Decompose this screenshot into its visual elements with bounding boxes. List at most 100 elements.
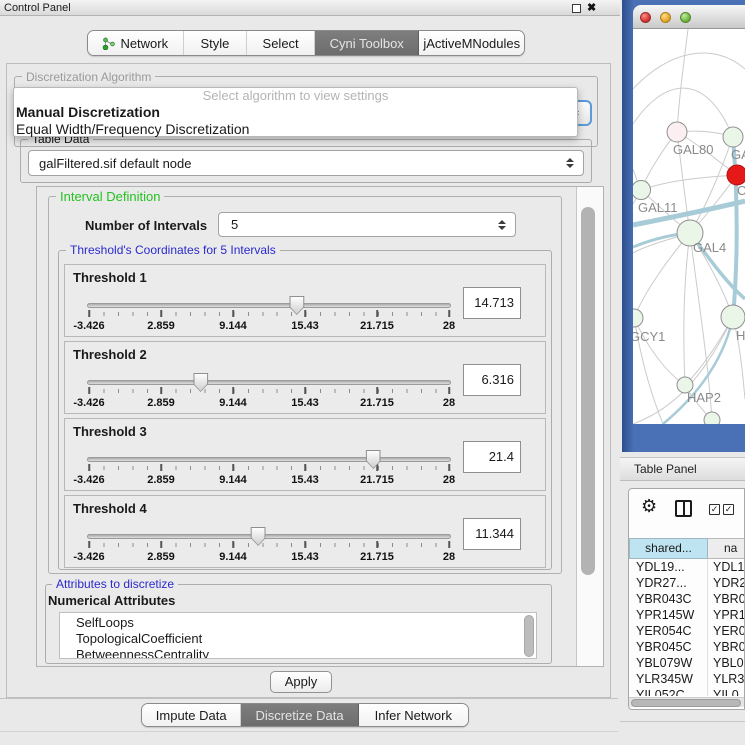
- major-tick: [88, 387, 90, 394]
- tab-impute-data-label: Impute Data: [156, 708, 227, 723]
- tick-label: 2.859: [147, 320, 175, 332]
- close-icon[interactable]: ✖: [587, 1, 596, 14]
- dropdown-option-manual[interactable]: Manual Discretization: [14, 104, 577, 121]
- tick-label: 21.715: [360, 474, 394, 486]
- tick-label: 28: [443, 551, 455, 563]
- threshold-4-label: Threshold 4: [73, 501, 147, 516]
- node-partial-bottom[interactable]: [704, 412, 720, 424]
- table-data-combo[interactable]: galFiltered.sif default node: [28, 150, 584, 176]
- algorithm-dropdown-popup: Select algorithm to view settings Manual…: [13, 87, 578, 137]
- slider-track[interactable]: [87, 303, 451, 308]
- cell: YBR0: [708, 591, 745, 607]
- settings-scrollbar-thumb[interactable]: [581, 207, 595, 575]
- table-row[interactable]: YLR345WYLR3: [629, 671, 745, 687]
- list-scrollbar-thumb[interactable]: [524, 615, 534, 657]
- checkbox-icon[interactable]: ✓: [709, 504, 720, 515]
- float-window-icon[interactable]: [572, 4, 581, 13]
- threshold-3-value-field[interactable]: 21.4: [463, 441, 521, 473]
- checkbox-icon[interactable]: ✓: [723, 504, 734, 515]
- tab-impute-data[interactable]: Impute Data: [142, 704, 241, 726]
- table-row[interactable]: YER054CYER0: [629, 623, 745, 639]
- tab-select[interactable]: Select: [247, 31, 315, 55]
- threshold-2-slider[interactable]: -3.426 2.859 9.144 15.43 21.715 28: [89, 376, 449, 412]
- apply-button[interactable]: Apply: [270, 671, 332, 693]
- threshold-4-value-field[interactable]: 11.344: [463, 518, 521, 550]
- table-row[interactable]: YBR043CYBR0: [629, 591, 745, 607]
- threshold-1-slider[interactable]: -3.426 2.859 9.144 15.43 21.715 28: [89, 299, 449, 335]
- major-tick: [160, 541, 162, 548]
- tick-label: 9.144: [219, 551, 247, 563]
- gear-icon[interactable]: ⚙: [641, 497, 657, 515]
- divider: [0, 731, 618, 732]
- node-red-selected[interactable]: [727, 165, 745, 185]
- thresholds-group-title: Threshold's Coordinates for 5 Intervals: [66, 243, 280, 257]
- zoom-traffic-light-icon[interactable]: [680, 12, 691, 23]
- tab-network[interactable]: Network: [88, 31, 184, 55]
- slider-track[interactable]: [87, 380, 451, 385]
- slider-minor-ticks: [89, 543, 450, 547]
- tick-label: 21.715: [360, 320, 394, 332]
- cell: YPR145W: [629, 607, 708, 623]
- dropdown-option-equal-width[interactable]: Equal Width/Frequency Discretization: [14, 121, 577, 138]
- cell: YDL19...: [629, 559, 708, 575]
- table-panel-titlebar: Table Panel: [620, 457, 745, 481]
- major-tick: [232, 541, 234, 548]
- table-row[interactable]: YDL19...YDL1: [629, 559, 745, 575]
- table-hscrollbar-track[interactable]: [629, 697, 745, 707]
- node-gcy1[interactable]: [633, 309, 643, 327]
- column-header-shared[interactable]: shared...: [629, 538, 708, 559]
- table-hscrollbar-thumb[interactable]: [631, 699, 741, 707]
- major-tick: [304, 387, 306, 394]
- tab-style[interactable]: Style: [184, 31, 248, 55]
- tick-label: 2.859: [147, 397, 175, 409]
- list-item[interactable]: SelfLoops: [60, 613, 536, 631]
- node-ga[interactable]: [723, 127, 743, 147]
- tab-infer-network[interactable]: Infer Network: [359, 704, 468, 726]
- cell: YLR3: [708, 671, 745, 687]
- minimize-traffic-light-icon[interactable]: [660, 12, 671, 23]
- table-row[interactable]: YPR145WYPR1: [629, 607, 745, 623]
- control-panel-titlebar: Control Panel ✖: [0, 0, 620, 16]
- number-of-intervals-combo[interactable]: 5: [218, 212, 516, 237]
- threshold-3-panel: Threshold 3 -3.426 2.859 9.144 15.43 21.…: [64, 418, 546, 491]
- application-window: Control Panel ✖ Network Style Select Cyn…: [0, 0, 745, 745]
- tab-jactivemnodules[interactable]: jActiveMNodules: [419, 31, 524, 55]
- split-columns-icon[interactable]: [675, 500, 692, 517]
- numerical-attributes-list[interactable]: SelfLoops TopologicalCoefficient Between…: [59, 612, 537, 659]
- table-header-row: shared... na: [629, 538, 745, 559]
- cell: YDR27...: [629, 575, 708, 591]
- slider-track[interactable]: [87, 457, 451, 462]
- threshold-1-value-field[interactable]: 14.713: [463, 287, 521, 319]
- threshold-3-slider[interactable]: -3.426 2.859 9.144 15.43 21.715 28: [89, 453, 449, 489]
- slider-track[interactable]: [87, 534, 451, 539]
- column-header-name[interactable]: na: [708, 538, 745, 559]
- tab-cyni-toolbox-label: Cyni Toolbox: [330, 36, 404, 51]
- table-row[interactable]: YBR045CYBR0: [629, 639, 745, 655]
- table-panel-body: ⚙ ✓ ✓ shared... na YDL19...YDL1 YDR27...…: [628, 488, 745, 710]
- close-traffic-light-icon[interactable]: [640, 12, 651, 23]
- table-row[interactable]: YBL079WYBL0: [629, 655, 745, 671]
- list-item[interactable]: TopologicalCoefficient: [60, 631, 536, 647]
- tab-cyni-toolbox[interactable]: Cyni Toolbox: [315, 31, 420, 55]
- tab-select-label: Select: [263, 36, 299, 51]
- tick-label: 15.43: [291, 474, 319, 486]
- node-label-gal80: GAL80: [673, 142, 713, 157]
- interval-definition-group-title: Interval Definition: [56, 189, 164, 204]
- table-row[interactable]: YDR27...YDR2: [629, 575, 745, 591]
- table-rows: YDL19...YDL1 YDR27...YDR2 YBR043CYBR0 YP…: [629, 559, 745, 696]
- node-gal80[interactable]: [667, 122, 687, 142]
- network-canvas[interactable]: GAL80 GA GAL11 GAL4 C GCY1 H HAP2: [633, 29, 745, 424]
- dropdown-placeholder-item[interactable]: Select algorithm to view settings: [14, 88, 577, 104]
- network-window-titlebar[interactable]: [633, 5, 745, 29]
- threshold-4-slider[interactable]: -3.426 2.859 9.144 15.43 21.715 28: [89, 530, 449, 566]
- node-label-gal11: GAL11: [638, 200, 678, 215]
- threshold-2-value-field[interactable]: 6.316: [463, 364, 521, 396]
- major-tick: [160, 310, 162, 317]
- node-gal11[interactable]: [633, 181, 651, 200]
- control-panel-tabbar: Network Style Select Cyni Toolbox jActiv…: [87, 30, 525, 56]
- node-h[interactable]: [721, 305, 745, 329]
- tick-label: 15.43: [291, 320, 319, 332]
- tab-discretize-data[interactable]: Discretize Data: [241, 704, 358, 726]
- list-item[interactable]: BetweennessCentrality: [60, 647, 536, 659]
- table-row[interactable]: YIL052CYIL0: [629, 687, 745, 696]
